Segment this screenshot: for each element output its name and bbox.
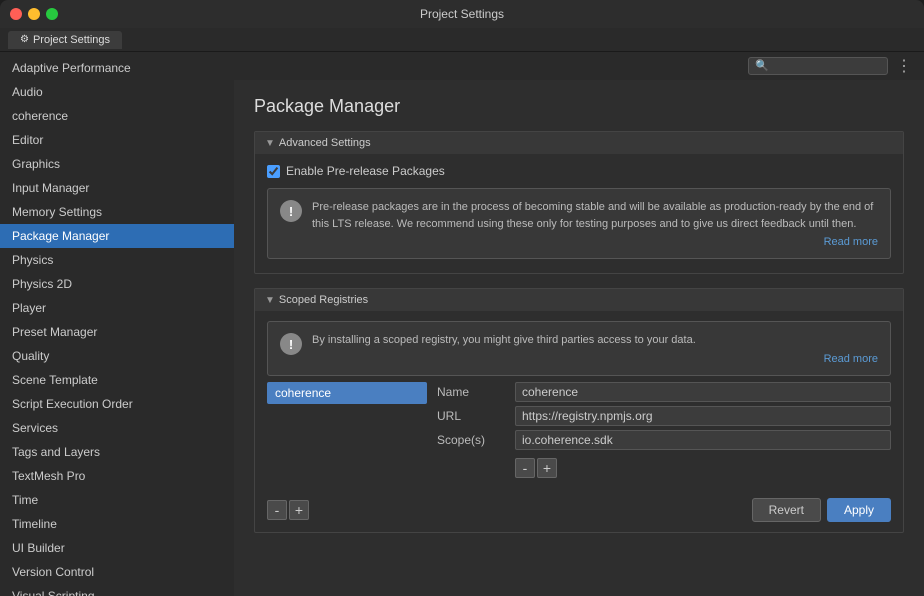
sidebar-item-version-control[interactable]: Version Control <box>0 560 234 584</box>
scoped-registries-header[interactable]: ▼ Scoped Registries <box>255 289 903 311</box>
sidebar-item-tags-and-layers[interactable]: Tags and Layers <box>0 440 234 464</box>
url-value: https://registry.npmjs.org <box>515 406 891 426</box>
sidebar-item-scene-template[interactable]: Scene Template <box>0 368 234 392</box>
sidebar-item-textmesh-pro[interactable]: TextMesh Pro <box>0 464 234 488</box>
registry-list-item[interactable]: coherence <box>267 382 427 404</box>
sidebar-item-graphics[interactable]: Graphics <box>0 152 234 176</box>
scopes-label: Scope(s) <box>437 430 507 450</box>
sidebar-item-audio[interactable]: Audio <box>0 80 234 104</box>
scoped-registries-section: ▼ Scoped Registries ! By installing a sc… <box>254 288 904 533</box>
advanced-read-more[interactable]: Read more <box>312 236 878 248</box>
advanced-settings-label: Advanced Settings <box>279 137 371 149</box>
registry-pm-buttons: - + <box>267 500 309 520</box>
sidebar-item-editor[interactable]: Editor <box>0 128 234 152</box>
advanced-warning-text: Pre-release packages are in the process … <box>312 201 873 230</box>
warning-icon-2: ! <box>280 333 302 355</box>
gear-icon: ⚙ <box>20 34 29 45</box>
tab-project-settings[interactable]: ⚙ Project Settings <box>8 31 122 49</box>
enable-prerelease-checkbox[interactable] <box>267 165 280 178</box>
name-label: Name <box>437 382 507 402</box>
revert-button[interactable]: Revert <box>752 498 821 522</box>
advanced-settings-header[interactable]: ▼ Advanced Settings <box>255 132 903 154</box>
name-value: coherence <box>515 382 891 402</box>
sidebar-item-player[interactable]: Player <box>0 296 234 320</box>
content-area: ⋮ Package Manager ▼ Advanced Settings En… <box>234 52 924 596</box>
arrow-icon-2: ▼ <box>265 295 275 306</box>
content-inner: Package Manager ▼ Advanced Settings Enab… <box>234 80 924 563</box>
sidebar-item-preset-manager[interactable]: Preset Manager <box>0 320 234 344</box>
action-buttons: Revert Apply <box>752 498 891 522</box>
registry-remove-button[interactable]: - <box>267 500 287 520</box>
advanced-settings-section: ▼ Advanced Settings Enable Pre-release P… <box>254 131 904 274</box>
arrow-icon: ▼ <box>265 138 275 149</box>
scope-add-button[interactable]: + <box>537 458 557 478</box>
scope-pm-buttons: - + <box>515 458 891 478</box>
registry-details: Name coherence URL https://registry.npmj… <box>437 382 891 478</box>
more-options-button[interactable]: ⋮ <box>892 56 916 76</box>
sidebar-item-ui-builder[interactable]: UI Builder <box>0 536 234 560</box>
sidebar-item-package-manager[interactable]: Package Manager <box>0 224 234 248</box>
close-button[interactable] <box>10 8 22 20</box>
sidebar-item-quality[interactable]: Quality <box>0 344 234 368</box>
sidebar-item-input-manager[interactable]: Input Manager <box>0 176 234 200</box>
search-input[interactable] <box>748 57 888 75</box>
sidebar-item-services[interactable]: Services <box>0 416 234 440</box>
search-bar-container: ⋮ <box>234 52 924 80</box>
tab-label: Project Settings <box>33 34 110 46</box>
sidebar-item-script-execution-order[interactable]: Script Execution Order <box>0 392 234 416</box>
titlebar: Project Settings <box>0 0 924 28</box>
maximize-button[interactable] <box>46 8 58 20</box>
page-title: Package Manager <box>254 96 904 117</box>
scoped-registries-body: ! By installing a scoped registry, you m… <box>255 311 903 532</box>
sidebar-item-physics[interactable]: Physics <box>0 248 234 272</box>
url-label: URL <box>437 406 507 426</box>
sidebar-item-memory-settings[interactable]: Memory Settings <box>0 200 234 224</box>
registry-add-button[interactable]: + <box>289 500 309 520</box>
advanced-settings-body: Enable Pre-release Packages ! Pre-releas… <box>255 154 903 273</box>
bottom-bar: - + Revert Apply <box>267 490 891 522</box>
scoped-warning-box: ! By installing a scoped registry, you m… <box>267 321 891 376</box>
sidebar: Adaptive PerformanceAudiocoherenceEditor… <box>0 52 234 596</box>
minimize-button[interactable] <box>28 8 40 20</box>
apply-button[interactable]: Apply <box>827 498 891 522</box>
main-layout: Adaptive PerformanceAudiocoherenceEditor… <box>0 52 924 596</box>
registry-container: coherence Name coherence URL https://reg… <box>267 382 891 478</box>
scoped-registries-label: Scoped Registries <box>279 294 368 306</box>
sidebar-item-adaptive-performance[interactable]: Adaptive Performance <box>0 56 234 80</box>
sidebar-item-visual-scripting[interactable]: Visual Scripting <box>0 584 234 596</box>
window-title: Project Settings <box>420 7 504 21</box>
sidebar-item-coherence[interactable]: coherence <box>0 104 234 128</box>
advanced-warning-box: ! Pre-release packages are in the proces… <box>267 188 891 259</box>
scoped-read-more[interactable]: Read more <box>312 353 878 365</box>
sidebar-item-physics-2d[interactable]: Physics 2D <box>0 272 234 296</box>
sidebar-item-timeline[interactable]: Timeline <box>0 512 234 536</box>
enable-prerelease-row: Enable Pre-release Packages <box>267 164 891 178</box>
tabbar: ⚙ Project Settings <box>0 28 924 52</box>
scoped-warning-text: By installing a scoped registry, you mig… <box>312 334 696 346</box>
registry-list: coherence <box>267 382 427 478</box>
scopes-value: io.coherence.sdk <box>515 430 891 450</box>
window-controls <box>10 8 58 20</box>
sidebar-item-time[interactable]: Time <box>0 488 234 512</box>
scope-remove-button[interactable]: - <box>515 458 535 478</box>
enable-prerelease-label: Enable Pre-release Packages <box>286 164 445 178</box>
warning-icon: ! <box>280 200 302 222</box>
